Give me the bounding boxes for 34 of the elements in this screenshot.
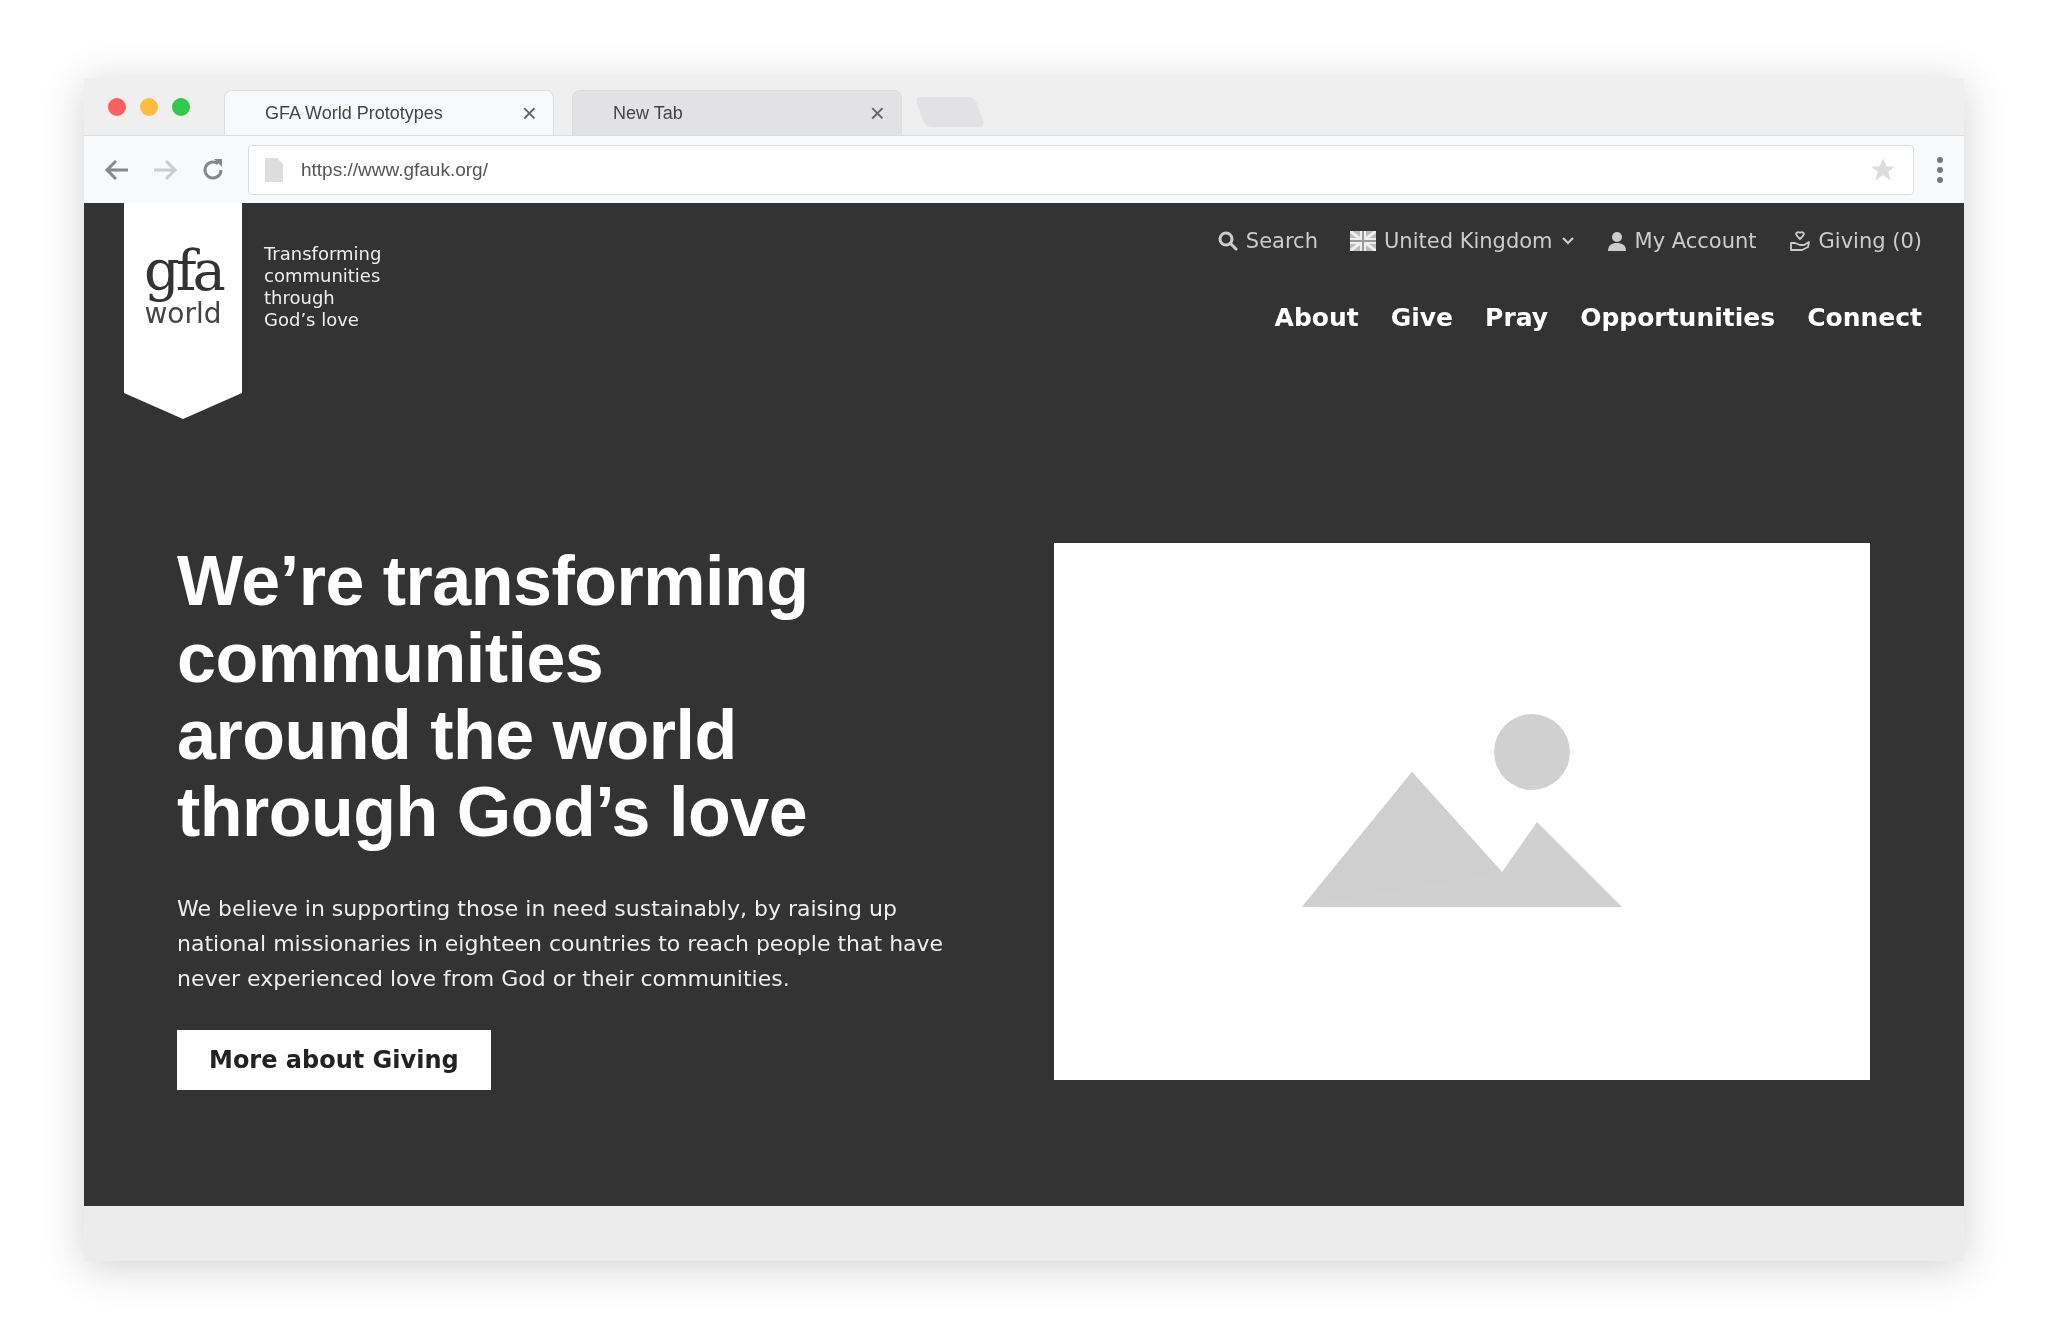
search-icon <box>1217 231 1238 251</box>
tagline: Transforming communities through God’s love <box>264 243 382 332</box>
url-text: https://www.gfauk.org/ <box>301 158 489 181</box>
close-tab-button[interactable]: × <box>869 100 885 126</box>
forward-icon[interactable] <box>152 158 178 181</box>
more-about-giving-button[interactable]: More about Giving <box>177 1030 491 1090</box>
nav-link[interactable]: Opportunities <box>1580 303 1776 332</box>
hero-paragraph: We believe in supporting those in need sustainably, by raising up national missionaries in eighteen countries to reach people that have never experienced love from God or their communities. <box>177 895 945 993</box>
nav-link[interactable]: About <box>1274 303 1359 332</box>
close-window-button[interactable] <box>108 97 126 116</box>
tab-title: GFA World Prototypes <box>265 102 443 124</box>
hero-heading: We’re transforming communities around the world through God’s love <box>177 543 810 851</box>
country-link[interactable]: United Kingdom <box>1350 229 1575 253</box>
browser-tab[interactable]: New Tab × <box>572 90 902 135</box>
chevron-down-icon <box>1560 236 1575 246</box>
minimize-window-button[interactable] <box>140 97 158 116</box>
browser-tab[interactable]: GFA World Prototypes × <box>224 90 554 135</box>
flag-icon <box>1350 231 1376 251</box>
person-icon <box>1606 231 1627 251</box>
menu-icon[interactable] <box>1936 155 1944 184</box>
close-tab-button[interactable]: × <box>521 100 537 126</box>
nav-link[interactable]: Connect <box>1807 303 1922 332</box>
hand-heart-icon <box>1788 230 1811 252</box>
back-icon[interactable] <box>104 158 130 181</box>
search-link[interactable]: Search <box>1217 229 1318 253</box>
giving-link[interactable]: Giving (0) <box>1788 229 1922 253</box>
nav-link[interactable]: Pray <box>1485 303 1549 332</box>
nav-link[interactable]: Give <box>1390 303 1454 332</box>
zoom-window-button[interactable] <box>172 97 190 116</box>
logo-banner[interactable]: gfa world <box>124 203 242 419</box>
tab-title: New Tab <box>613 102 683 124</box>
page-icon <box>265 157 283 182</box>
account-link[interactable]: My Account <box>1606 229 1757 253</box>
address-bar[interactable]: https://www.gfauk.org/ <box>248 144 1914 195</box>
